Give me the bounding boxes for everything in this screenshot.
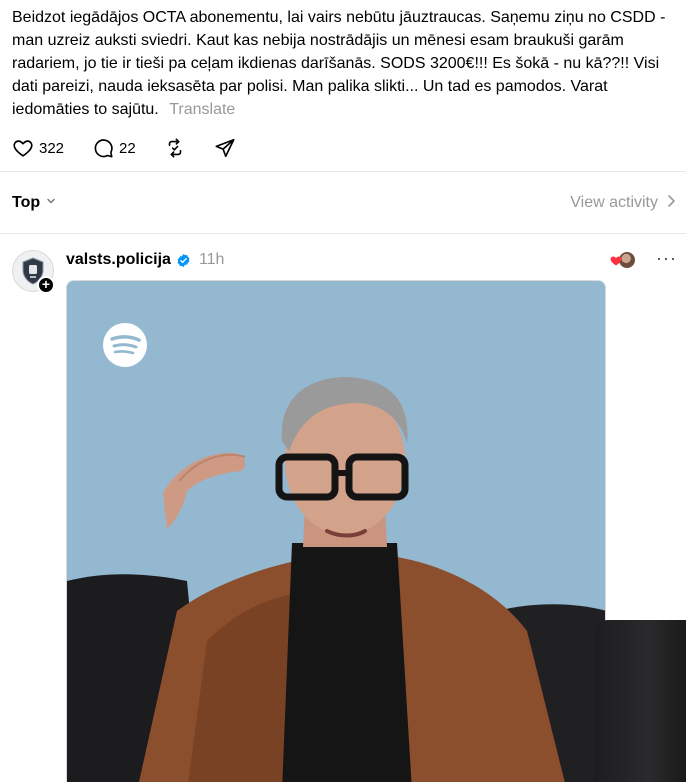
post-text: Beidzot iegādājos OCTA abonementu, lai v…	[12, 6, 680, 121]
post-body: Beidzot iegādājos OCTA abonementu, lai v…	[12, 9, 666, 118]
verified-badge-icon	[176, 253, 191, 268]
divider	[0, 233, 686, 234]
follow-plus-icon[interactable]: +	[37, 276, 55, 294]
post-actions: 322 22	[12, 136, 264, 160]
reply-item: + valsts.policija 11h ···	[0, 236, 686, 782]
reply-media-video[interactable]	[66, 280, 606, 782]
divider	[0, 171, 686, 172]
share-button[interactable]	[214, 137, 236, 159]
heart-icon	[12, 137, 34, 159]
liked-by-author-indicator	[610, 249, 638, 271]
comment-icon	[92, 137, 114, 159]
repost-button[interactable]	[164, 137, 186, 159]
video-frame	[67, 281, 605, 782]
adjacent-media-preview	[594, 620, 686, 782]
sort-dropdown[interactable]: Top	[12, 194, 57, 212]
comment-count: 22	[119, 139, 136, 157]
view-activity-link[interactable]: View activity	[570, 194, 676, 213]
more-options-icon[interactable]: ···	[656, 248, 677, 269]
timestamp: 11h	[198, 251, 225, 268]
view-activity-label: View activity	[570, 194, 658, 211]
spotify-icon	[103, 323, 147, 367]
sort-label: Top	[12, 194, 41, 211]
share-icon	[214, 137, 236, 159]
like-count: 322	[39, 139, 65, 157]
translate-link[interactable]: Translate	[169, 101, 235, 118]
username[interactable]: valsts.policija	[66, 251, 171, 269]
chevron-down-icon	[40, 194, 57, 212]
chevron-right-icon	[658, 194, 676, 213]
like-button[interactable]: 322	[12, 137, 64, 159]
repost-icon	[164, 137, 186, 159]
reply-header: valsts.policija 11h	[66, 250, 224, 270]
heart-icon	[610, 254, 622, 272]
reply-sort-row: Top View activity	[12, 191, 676, 215]
comment-button[interactable]: 22	[92, 137, 136, 159]
